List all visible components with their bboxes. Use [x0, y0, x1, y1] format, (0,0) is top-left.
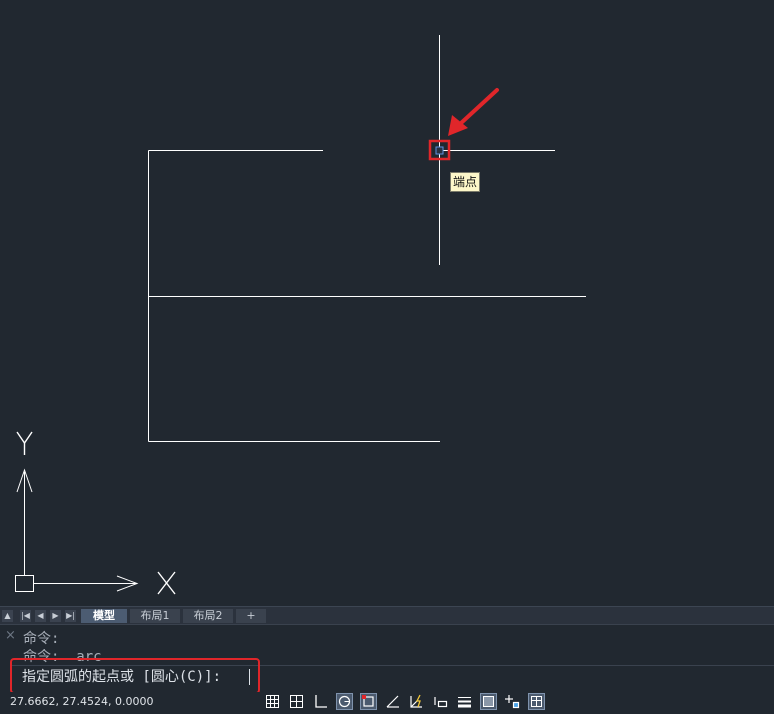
dynamic-input-icon[interactable]	[432, 693, 449, 710]
dynamic-ucs-icon[interactable]	[408, 693, 425, 710]
canvas-svg	[15, 35, 586, 595]
first-tab-icon[interactable]: |◀	[20, 610, 31, 622]
selection-cycling-icon[interactable]	[504, 693, 521, 710]
last-tab-icon[interactable]: ▶|	[65, 610, 76, 622]
prev-tab-icon[interactable]: ◀	[35, 610, 46, 622]
status-bar: 27.6662, 27.4524, 0.0000	[0, 692, 774, 711]
tab-layout1[interactable]: 布局1	[130, 609, 180, 623]
snap-mode-icon[interactable]	[288, 693, 305, 710]
add-layout-button[interactable]: +	[236, 609, 266, 623]
close-icon[interactable]: ×	[5, 628, 16, 643]
text-caret	[249, 669, 250, 685]
tab-model[interactable]: 模型	[81, 609, 127, 623]
polar-tracking-icon[interactable]	[336, 693, 353, 710]
snap-tooltip: 端点	[450, 172, 481, 192]
coordinate-readout: 27.6662, 27.4524, 0.0000	[10, 695, 154, 708]
object-snap-icon[interactable]	[360, 693, 377, 710]
annotation-arrow	[448, 88, 499, 136]
triangle-up-icon[interactable]: ▲	[2, 610, 13, 622]
next-tab-icon[interactable]: ▶	[50, 610, 61, 622]
ucs-y-label	[16, 431, 33, 455]
annotation-monitor-icon[interactable]	[528, 693, 545, 710]
ortho-mode-icon[interactable]	[312, 693, 329, 710]
command-history-line: 命令:	[23, 631, 60, 647]
ucs-icon	[15, 468, 139, 592]
layout-tabs-bar: ▲ |◀ ◀ ▶ ▶| 模型 布局1 布局2 +	[0, 606, 774, 624]
grid-display-icon[interactable]	[264, 693, 281, 710]
transparency-icon[interactable]	[480, 693, 497, 710]
ucs-x-label	[157, 571, 176, 595]
lineweight-icon[interactable]	[456, 693, 473, 710]
tab-layout2[interactable]: 布局2	[183, 609, 233, 623]
command-prompt[interactable]: 指定圆弧的起点或 [圆心(C)]:	[22, 668, 221, 686]
drawing-canvas[interactable]: 端点	[0, 0, 774, 606]
snap-tracking-icon[interactable]	[384, 693, 401, 710]
snap-point-box	[435, 146, 444, 155]
